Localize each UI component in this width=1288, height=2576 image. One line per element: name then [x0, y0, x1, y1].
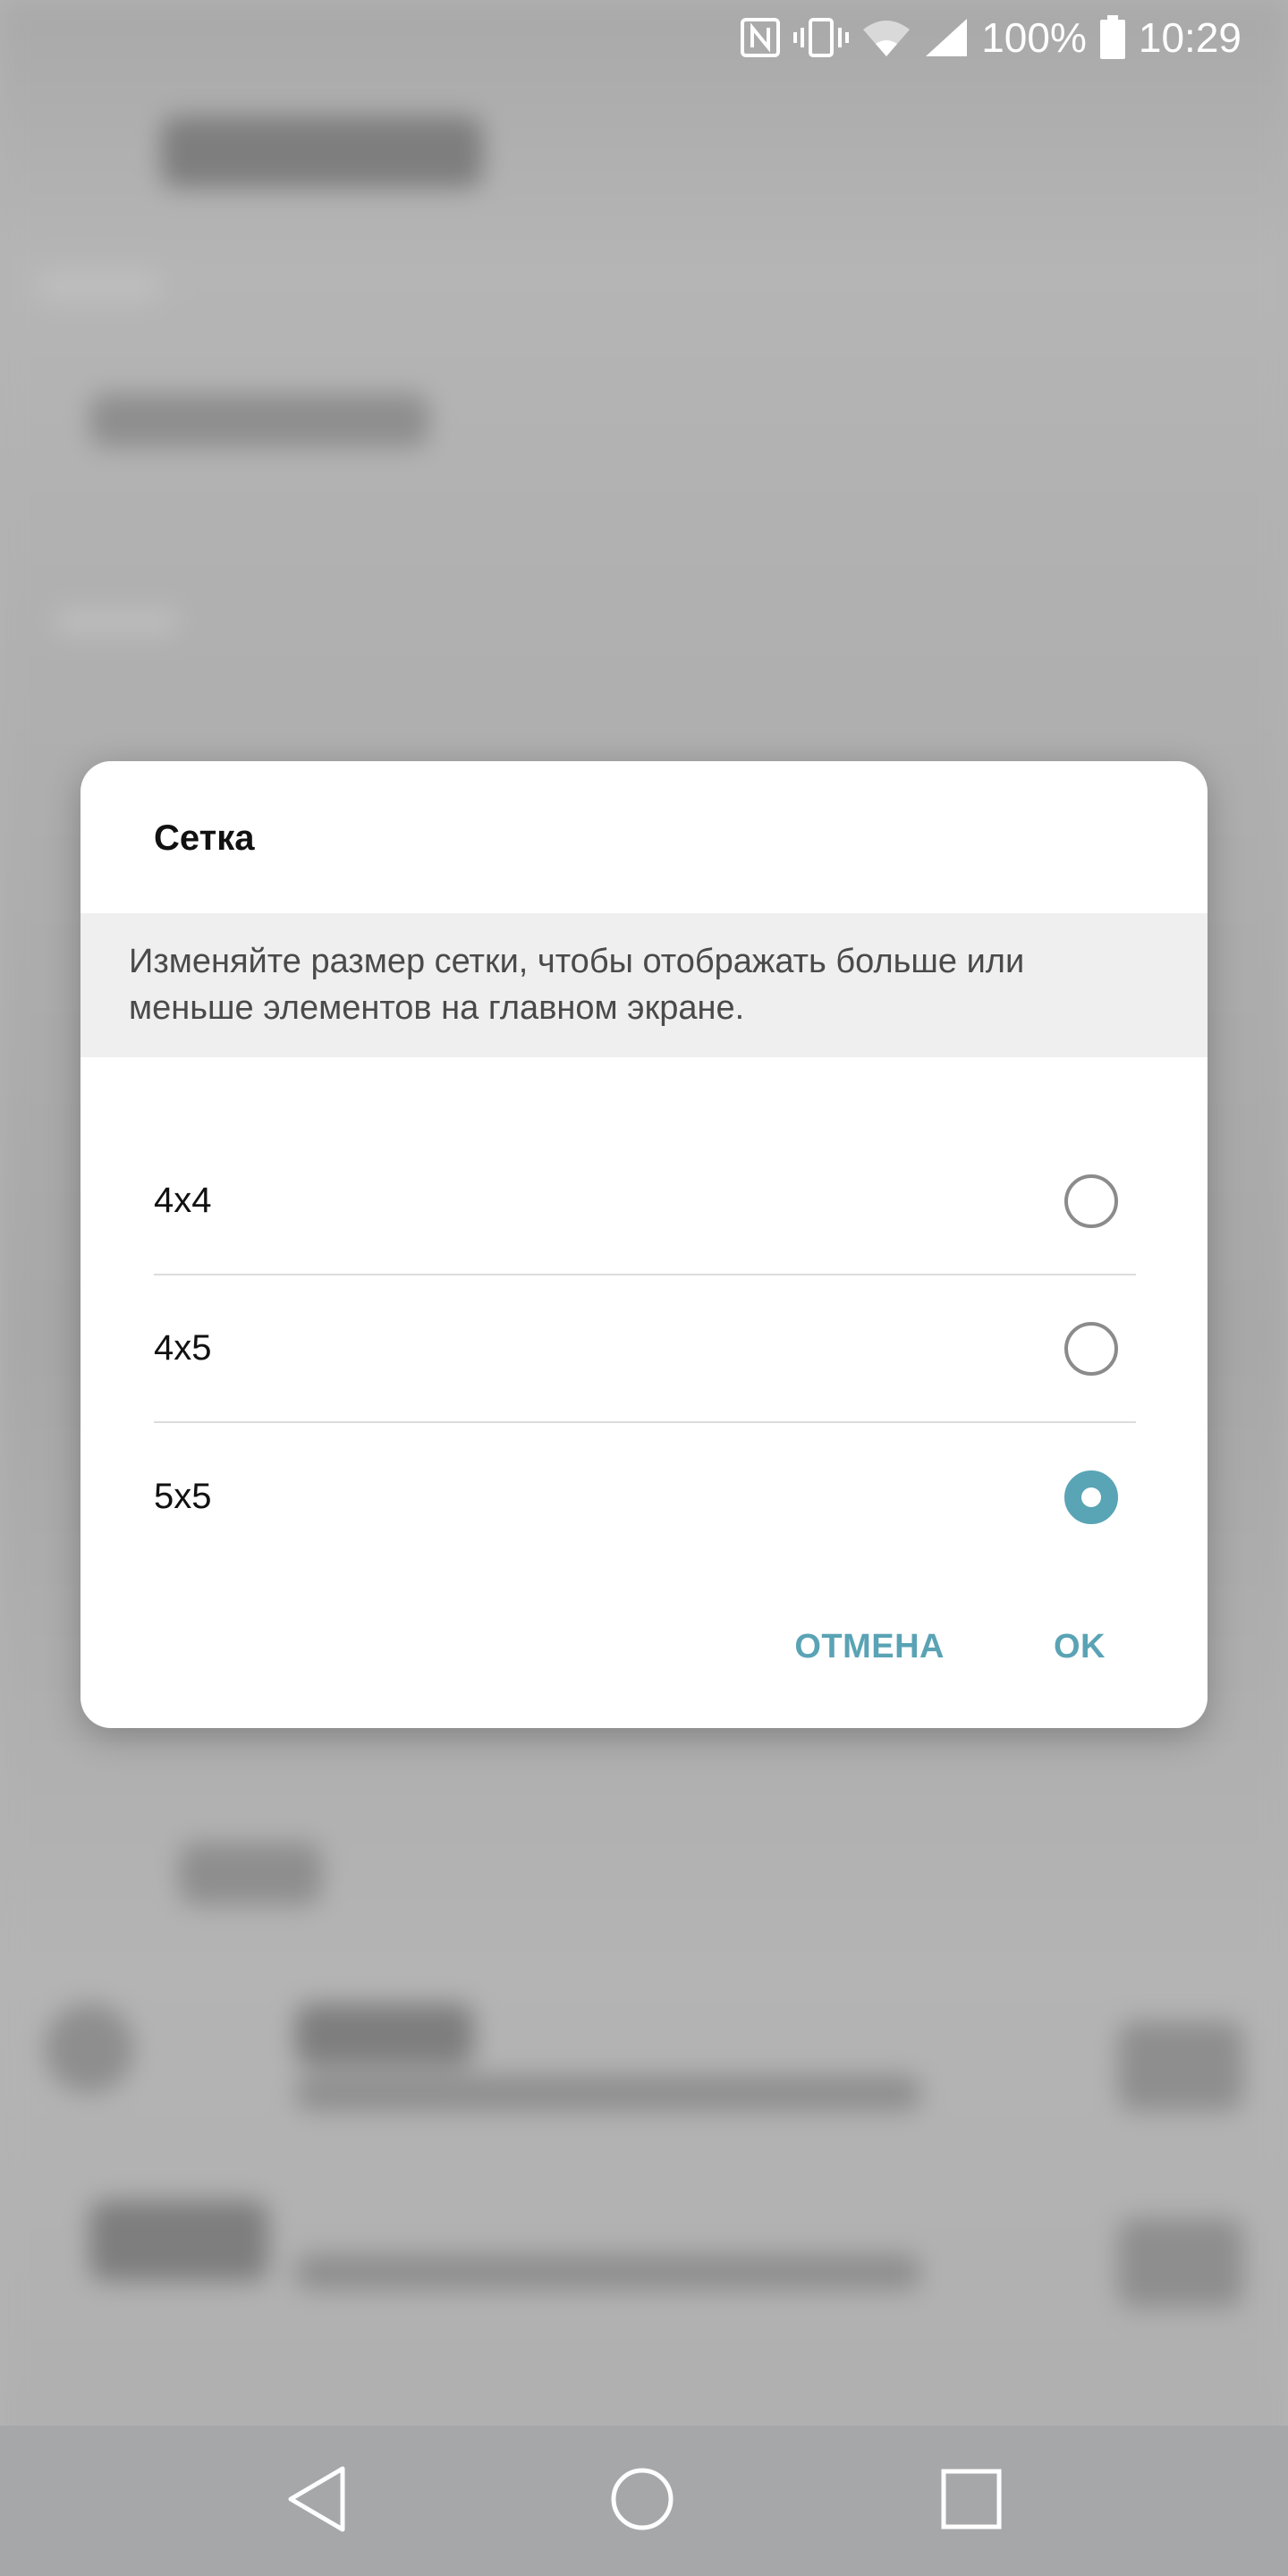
background-item-blur [179, 1843, 322, 1905]
background-title-blur [161, 116, 483, 188]
recents-button[interactable] [927, 2456, 1016, 2546]
dialog-description: Изменяйте размер сетки, чтобы отображать… [80, 913, 1208, 1057]
battery-percent: 100% [981, 14, 1087, 61]
battery-icon [1099, 15, 1126, 60]
home-button[interactable] [597, 2456, 687, 2546]
clock: 10:29 [1138, 14, 1241, 61]
background-item-blur [89, 394, 429, 447]
dialog-title: Сетка [154, 818, 255, 858]
radio-button-unchecked[interactable] [1064, 1174, 1118, 1228]
cancel-button[interactable]: ОТМЕНА [764, 1610, 975, 1684]
dialog-actions: ОТМЕНА OK [764, 1597, 1208, 1696]
background-item-blur [295, 2075, 921, 2111]
option-5x5[interactable]: 5x5 [154, 1423, 1136, 1571]
background-item-blur [54, 608, 179, 635]
grid-size-dialog: Сетка Изменяйте размер сетки, чтобы отоб… [80, 761, 1208, 1728]
background-item-blur [1118, 2021, 1243, 2111]
background-item-blur [1118, 2218, 1243, 2308]
home-icon [610, 2467, 674, 2536]
status-bar: 100% 10:29 [0, 0, 1288, 75]
radio-button-unchecked[interactable] [1064, 1321, 1118, 1376]
option-label: 5x5 [154, 1477, 212, 1516]
radio-button-checked[interactable] [1064, 1470, 1118, 1524]
ok-button[interactable]: OK [1023, 1610, 1136, 1684]
back-button[interactable] [272, 2456, 361, 2546]
background-icon-blur [45, 2004, 134, 2093]
option-4x4[interactable]: 4x4 [154, 1128, 1136, 1275]
navigation-bar [0, 2426, 1288, 2576]
background-item-blur [295, 2004, 474, 2066]
signal-icon [924, 17, 969, 58]
nfc-icon [740, 17, 781, 58]
back-icon [285, 2465, 348, 2538]
option-label: 4x5 [154, 1328, 212, 1368]
background-tab-blur [36, 268, 161, 304]
vibrate-icon [793, 17, 850, 58]
option-4x5[interactable]: 4x5 [154, 1275, 1136, 1423]
wifi-icon [861, 17, 911, 58]
option-label: 4x4 [154, 1181, 212, 1220]
recents-icon [940, 2468, 1003, 2535]
background-item-blur [89, 2200, 268, 2281]
background-item-blur [295, 2254, 921, 2290]
